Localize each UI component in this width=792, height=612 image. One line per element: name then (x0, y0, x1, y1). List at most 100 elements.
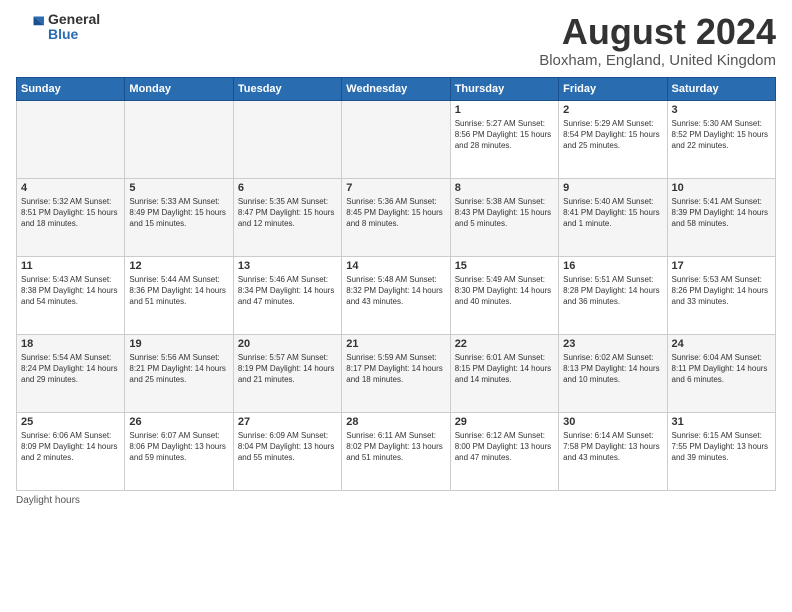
day-number: 29 (455, 416, 554, 428)
table-cell: 23Sunrise: 6:02 AM Sunset: 8:13 PM Dayli… (559, 334, 667, 412)
col-friday: Friday (559, 77, 667, 100)
calendar-table: Sunday Monday Tuesday Wednesday Thursday… (16, 77, 776, 491)
day-info: Sunrise: 5:36 AM Sunset: 8:45 PM Dayligh… (346, 196, 445, 230)
logo-text: General Blue (48, 12, 100, 43)
day-number: 11 (21, 260, 120, 272)
week-row-3: 18Sunrise: 5:54 AM Sunset: 8:24 PM Dayli… (17, 334, 776, 412)
table-cell: 25 Sunrise: 6:06 AM Sunset: 8:09 PM Dayli… (17, 412, 125, 490)
logo: General Blue (16, 12, 100, 43)
day-info: Sunrise: 6:11 AM Sunset: 8:02 PM Dayligh… (346, 430, 445, 464)
day-info: Sunrise: 5:53 AM Sunset: 8:26 PM Dayligh… (672, 274, 771, 308)
header: General Blue August 2024 Bloxham, Englan… (16, 12, 776, 69)
table-cell (233, 100, 341, 178)
day-number: 12 (129, 260, 228, 272)
logo-blue-text: Blue (48, 27, 100, 42)
table-cell (17, 100, 125, 178)
day-number: 3 (672, 104, 771, 116)
day-info: Sunrise: 5:29 AM Sunset: 8:54 PM Dayligh… (563, 118, 662, 152)
day-info: Sunrise: 5:44 AM Sunset: 8:36 PM Dayligh… (129, 274, 228, 308)
day-info: Sunrise: 6:04 AM Sunset: 8:11 PM Dayligh… (672, 352, 771, 386)
table-cell: 5 Sunrise: 5:33 AM Sunset: 8:49 PM Daylig… (125, 178, 233, 256)
day-number: 20 (238, 338, 337, 350)
day-number: 5 (129, 182, 228, 194)
week-row-4: 25 Sunrise: 6:06 AM Sunset: 8:09 PM Dayli… (17, 412, 776, 490)
day-number: 31 (672, 416, 771, 428)
location: Bloxham, England, United Kingdom (539, 52, 776, 69)
day-info: Sunrise: 5:49 AM Sunset: 8:30 PM Dayligh… (455, 274, 554, 308)
col-tuesday: Tuesday (233, 77, 341, 100)
page: General Blue August 2024 Bloxham, Englan… (0, 0, 792, 612)
table-cell: 1 Sunrise: 5:27 AM Sunset: 8:56 PM Daylig… (450, 100, 558, 178)
day-number: 17 (672, 260, 771, 272)
day-number: 25 (21, 416, 120, 428)
day-info: Sunrise: 5:54 AM Sunset: 8:24 PM Dayligh… (21, 352, 120, 386)
day-number: 24 (672, 338, 771, 350)
day-info: Sunrise: 6:09 AM Sunset: 8:04 PM Dayligh… (238, 430, 337, 464)
table-cell: 3Sunrise: 5:30 AM Sunset: 8:52 PM Daylig… (667, 100, 775, 178)
table-cell: 8Sunrise: 5:38 AM Sunset: 8:43 PM Daylig… (450, 178, 558, 256)
day-number: 13 (238, 260, 337, 272)
day-number: 27 (238, 416, 337, 428)
day-number: 21 (346, 338, 445, 350)
col-sunday: Sunday (17, 77, 125, 100)
day-info: Sunrise: 5:40 AM Sunset: 8:41 PM Dayligh… (563, 196, 662, 230)
logo-general-text: General (48, 12, 100, 27)
table-cell: 19Sunrise: 5:56 AM Sunset: 8:21 PM Dayli… (125, 334, 233, 412)
table-cell: 9 Sunrise: 5:40 AM Sunset: 8:41 PM Daylig… (559, 178, 667, 256)
table-cell: 20 Sunrise: 5:57 AM Sunset: 8:19 PM Dayli… (233, 334, 341, 412)
table-cell: 11 Sunrise: 5:43 AM Sunset: 8:38 PM Dayli… (17, 256, 125, 334)
week-row-1: 4Sunrise: 5:32 AM Sunset: 8:51 PM Daylig… (17, 178, 776, 256)
day-info: Sunrise: 5:41 AM Sunset: 8:39 PM Dayligh… (672, 196, 771, 230)
day-info: Sunrise: 6:15 AM Sunset: 7:55 PM Dayligh… (672, 430, 771, 464)
table-cell: 28 Sunrise: 6:11 AM Sunset: 8:02 PM Dayli… (342, 412, 450, 490)
day-number: 9 (563, 182, 662, 194)
day-info: Sunrise: 6:12 AM Sunset: 8:00 PM Dayligh… (455, 430, 554, 464)
day-info: Sunrise: 5:35 AM Sunset: 8:47 PM Dayligh… (238, 196, 337, 230)
logo-icon (16, 13, 44, 41)
month-year: August 2024 (539, 12, 776, 52)
day-number: 15 (455, 260, 554, 272)
day-number: 30 (563, 416, 662, 428)
day-number: 2 (563, 104, 662, 116)
day-number: 1 (455, 104, 554, 116)
week-row-2: 11 Sunrise: 5:43 AM Sunset: 8:38 PM Dayli… (17, 256, 776, 334)
day-number: 6 (238, 182, 337, 194)
day-info: Sunrise: 5:43 AM Sunset: 8:38 PM Dayligh… (21, 274, 120, 308)
day-number: 28 (346, 416, 445, 428)
table-cell: 29 Sunrise: 6:12 AM Sunset: 8:00 PM Dayli… (450, 412, 558, 490)
table-cell: 31 Sunrise: 6:15 AM Sunset: 7:55 PM Dayli… (667, 412, 775, 490)
day-number: 14 (346, 260, 445, 272)
col-thursday: Thursday (450, 77, 558, 100)
day-number: 4 (21, 182, 120, 194)
table-cell: 21 Sunrise: 5:59 AM Sunset: 8:17 PM Dayli… (342, 334, 450, 412)
table-cell: 27 Sunrise: 6:09 AM Sunset: 8:04 PM Dayli… (233, 412, 341, 490)
day-info: Sunrise: 5:46 AM Sunset: 8:34 PM Dayligh… (238, 274, 337, 308)
day-number: 26 (129, 416, 228, 428)
day-number: 8 (455, 182, 554, 194)
table-cell: 18Sunrise: 5:54 AM Sunset: 8:24 PM Dayli… (17, 334, 125, 412)
col-monday: Monday (125, 77, 233, 100)
table-cell: 14 Sunrise: 5:48 AM Sunset: 8:32 PM Dayli… (342, 256, 450, 334)
day-info: Sunrise: 5:56 AM Sunset: 8:21 PM Dayligh… (129, 352, 228, 386)
table-cell: 12 Sunrise: 5:44 AM Sunset: 8:36 PM Dayli… (125, 256, 233, 334)
day-info: Sunrise: 5:33 AM Sunset: 8:49 PM Dayligh… (129, 196, 228, 230)
day-info: Sunrise: 5:59 AM Sunset: 8:17 PM Dayligh… (346, 352, 445, 386)
day-info: Sunrise: 5:48 AM Sunset: 8:32 PM Dayligh… (346, 274, 445, 308)
week-row-0: 1 Sunrise: 5:27 AM Sunset: 8:56 PM Daylig… (17, 100, 776, 178)
day-info: Sunrise: 5:51 AM Sunset: 8:28 PM Dayligh… (563, 274, 662, 308)
day-info: Sunrise: 5:57 AM Sunset: 8:19 PM Dayligh… (238, 352, 337, 386)
day-info: Sunrise: 6:02 AM Sunset: 8:13 PM Dayligh… (563, 352, 662, 386)
day-info: Sunrise: 5:27 AM Sunset: 8:56 PM Dayligh… (455, 118, 554, 152)
table-cell: 17 Sunrise: 5:53 AM Sunset: 8:26 PM Dayli… (667, 256, 775, 334)
title-block: August 2024 Bloxham, England, United Kin… (539, 12, 776, 69)
day-info: Sunrise: 6:01 AM Sunset: 8:15 PM Dayligh… (455, 352, 554, 386)
table-cell: 13 Sunrise: 5:46 AM Sunset: 8:34 PM Dayli… (233, 256, 341, 334)
table-cell: 6 Sunrise: 5:35 AM Sunset: 8:47 PM Daylig… (233, 178, 341, 256)
table-cell: 24 Sunrise: 6:04 AM Sunset: 8:11 PM Dayli… (667, 334, 775, 412)
table-cell: 15 Sunrise: 5:49 AM Sunset: 8:30 PM Dayli… (450, 256, 558, 334)
day-number: 16 (563, 260, 662, 272)
table-cell: 22Sunrise: 6:01 AM Sunset: 8:15 PM Dayli… (450, 334, 558, 412)
day-info: Sunrise: 6:06 AM Sunset: 8:09 PM Dayligh… (21, 430, 120, 464)
table-cell: 10Sunrise: 5:41 AM Sunset: 8:39 PM Dayli… (667, 178, 775, 256)
table-cell: 16 Sunrise: 5:51 AM Sunset: 8:28 PM Dayli… (559, 256, 667, 334)
